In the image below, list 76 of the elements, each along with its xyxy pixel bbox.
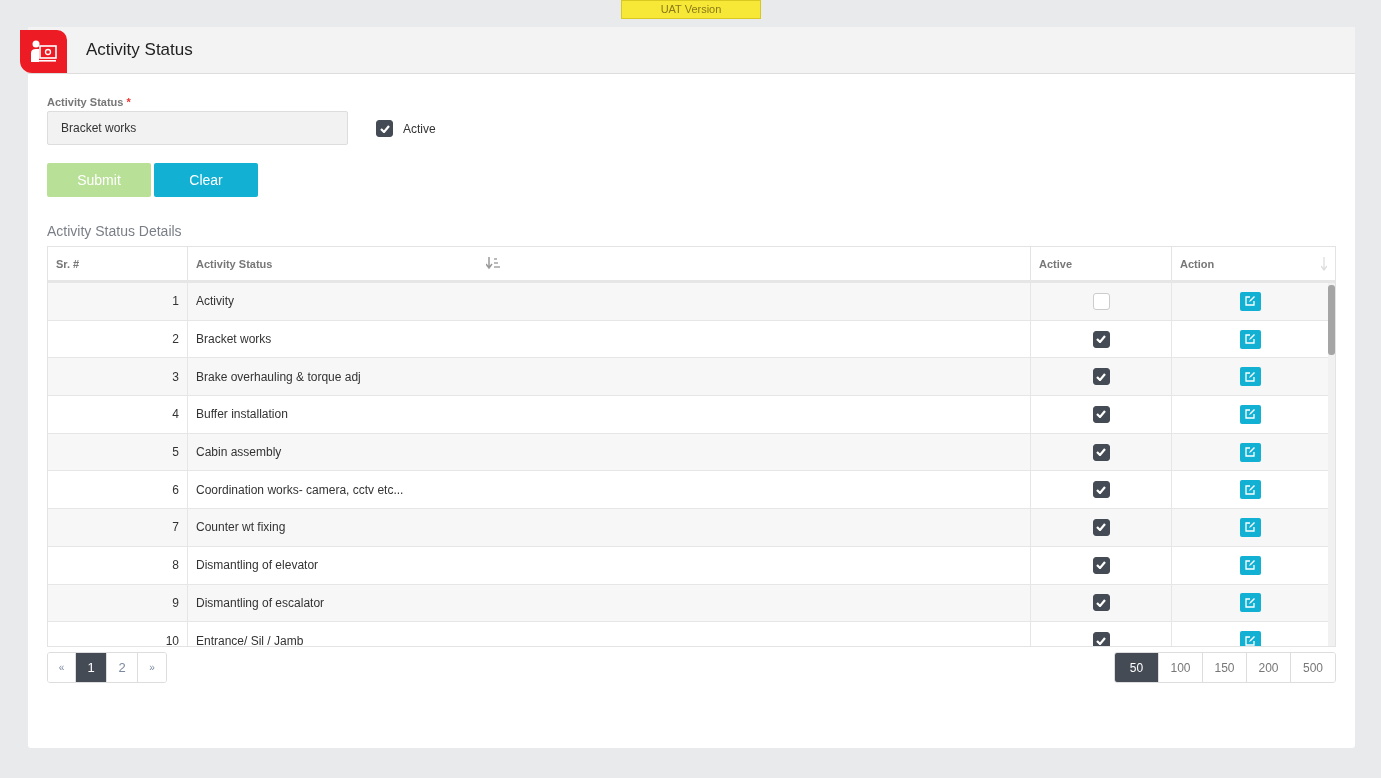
active-checkbox[interactable] [1092, 443, 1110, 461]
edit-icon [1245, 371, 1255, 382]
edit-button[interactable] [1239, 631, 1261, 646]
check-icon [379, 124, 390, 133]
sort-icon[interactable] [486, 257, 500, 270]
check-icon [1096, 523, 1106, 532]
row-number: 7 [48, 509, 188, 546]
active-checkbox[interactable] [1092, 518, 1110, 536]
edit-icon [1245, 635, 1255, 646]
active-checkbox[interactable] [1092, 594, 1110, 612]
edit-icon [1245, 484, 1255, 495]
row-number: 3 [48, 358, 188, 396]
table-cell: Cabin assembly [188, 433, 1031, 471]
check-icon [1096, 636, 1106, 645]
edit-button[interactable] [1239, 367, 1261, 387]
column-header: Action [1180, 257, 1215, 270]
row-number: 4 [48, 396, 188, 433]
edit-icon [1245, 447, 1255, 458]
table-cell: Dismantling of elevator [188, 546, 1031, 584]
check-icon [1096, 372, 1106, 381]
activity-status-field[interactable]: Bracket works [47, 111, 348, 145]
active-checkbox[interactable] [1092, 330, 1110, 348]
edit-button[interactable] [1239, 480, 1261, 500]
edit-button[interactable] [1239, 404, 1261, 424]
row-number: 8 [48, 546, 188, 584]
table-cell: Coordination works- camera, cctv etc... [188, 471, 1031, 509]
active-checkbox[interactable] [1092, 405, 1110, 423]
row-number: 1 [48, 283, 188, 320]
row-number: 9 [48, 584, 188, 622]
row-number: 5 [48, 433, 188, 471]
table-cell: Counter wt fixing [188, 509, 1031, 546]
edit-button[interactable] [1239, 517, 1261, 537]
edit-icon [1245, 560, 1255, 571]
column-header: Activity Status [196, 257, 273, 270]
scrollbar[interactable] [1328, 283, 1335, 646]
section-title: Activity Status Details [47, 223, 183, 239]
table-cell: Dismantling of escalator [188, 584, 1031, 622]
column-header: Active [1031, 247, 1172, 280]
active-checkbox[interactable] [1092, 632, 1110, 646]
edit-icon [1245, 597, 1255, 608]
check-icon [1096, 598, 1106, 607]
check-icon [1096, 485, 1106, 494]
edit-icon [1245, 409, 1255, 420]
column-header: Sr. # [48, 247, 188, 280]
edit-button[interactable] [1239, 291, 1261, 311]
check-icon [1096, 410, 1106, 419]
row-number: 6 [48, 471, 188, 509]
active-checkbox[interactable] [1092, 481, 1110, 499]
row-number: 2 [48, 320, 188, 358]
table-cell: Buffer installation [188, 396, 1031, 433]
table-cell: Entrance/ Sil / Jamb [188, 622, 1031, 646]
edit-icon [1245, 296, 1255, 307]
active-checkbox[interactable] [1092, 368, 1110, 386]
page-size-button[interactable]: 50 [1115, 653, 1159, 682]
edit-icon [1245, 334, 1255, 345]
page-button[interactable]: 1 [76, 653, 107, 682]
clear-button[interactable]: Clear [154, 163, 258, 197]
previous-page-button[interactable]: « [48, 653, 76, 682]
field-label: Activity Status * [47, 96, 132, 108]
edit-icon [1245, 522, 1255, 533]
environment-badge: UAT Version [621, 0, 761, 19]
active-label: Active [403, 121, 436, 136]
edit-button[interactable] [1239, 329, 1261, 349]
arrow-down-icon [1321, 256, 1327, 271]
check-icon [1096, 335, 1106, 344]
check-icon [1096, 448, 1106, 457]
table-cell: Activity [188, 283, 1031, 320]
page-title: Activity Status [86, 40, 193, 60]
active-checkbox[interactable] [1092, 556, 1110, 574]
edit-button[interactable] [1239, 593, 1261, 613]
table-cell: Brake overhauling & torque adj [188, 358, 1031, 396]
edit-button[interactable] [1239, 555, 1261, 575]
check-icon [1096, 561, 1106, 570]
active-checkbox[interactable] [376, 120, 393, 137]
table-cell: Bracket works [188, 320, 1031, 358]
edit-button[interactable] [1239, 442, 1261, 462]
